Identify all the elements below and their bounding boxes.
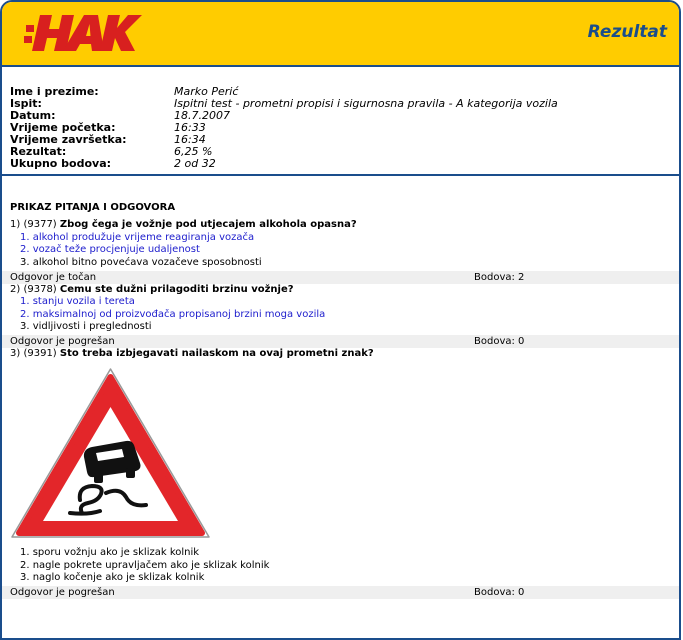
question-id: (9377) — [23, 219, 57, 230]
question-text: Čemu ste dužni prilagoditi brzinu vožnje… — [59, 283, 294, 295]
question-1: 1) (9377) Zbog čega je vožnje pod utjeca… — [2, 214, 679, 284]
question-2: 2) (9378) Čemu ste dužni prilagoditi brz… — [2, 284, 679, 348]
result-text: Odgovor je pogrešan — [10, 587, 115, 598]
answer-option: 2. maksimalnoj od proizvođača propisanoj… — [20, 308, 326, 320]
result-window: Rezultat Ime i prezime: Marko Perić Ispi… — [0, 0, 681, 640]
exam-info: Ime i prezime: Marko Perić Ispit: Ispitn… — [2, 67, 679, 170]
answer-result: Odgovor je pogrešan Bodova: 0 — [2, 335, 679, 348]
result-text: Odgovor je pogrešan — [10, 336, 115, 347]
info-row-end: Vrijeme završetka: 16:34 — [10, 134, 679, 146]
info-value: Ispitni test - prometni propisi i sigurn… — [174, 97, 558, 110]
question-text: Što treba izbjegavati nailaskom na ovaj … — [59, 348, 374, 359]
question-3: 3) (9391) Što treba izbjegavati nailasko… — [2, 348, 679, 599]
section-title: PRIKAZ PITANJA I ODGOVORA — [10, 202, 176, 213]
question-number: 1) — [10, 219, 21, 230]
question-text: Zbog čega je vožnje pod utjecajem alkoho… — [59, 219, 357, 230]
info-row-points: Ukupno bodova: 2 od 32 — [10, 158, 679, 170]
answer-option: 3. naglo kočenje ako je sklizak kolnik — [20, 572, 205, 583]
answer-option: 1. alkohol produžuje vrijeme reagiranja … — [20, 231, 255, 243]
answer-option: 1. sporu vožnju ako je sklizak kolnik — [20, 547, 200, 558]
answer-option: 3. vidljivosti i preglednosti — [20, 321, 152, 332]
question-header: 3) (9391) Što treba izbjegavati nailasko… — [2, 348, 679, 360]
question-number: 3) — [10, 348, 21, 359]
points-text: Bodova: 0 — [474, 587, 525, 598]
hak-logo — [24, 11, 144, 59]
question-id: (9391) — [23, 348, 57, 359]
answer-result: Odgovor je točan Bodova: 2 — [2, 270, 679, 284]
question-id: (9378) — [23, 283, 57, 295]
question-header: 2) (9378) Čemu ste dužni prilagoditi brz… — [2, 284, 679, 296]
points-text: Bodova: 0 — [474, 336, 525, 347]
answer-option: 3. alkohol bitno povećava vozačeve sposo… — [20, 256, 262, 268]
info-value: 2 od 32 — [174, 157, 216, 170]
question-header: 1) (9377) Zbog čega je vožnje pod utjeca… — [2, 214, 679, 231]
header-bar: Rezultat — [2, 2, 679, 67]
info-label: Ukupno bodova: — [10, 157, 112, 170]
question-number: 2) — [10, 283, 21, 295]
info-row-exam: Ispit: Ispitni test - prometni propisi i… — [10, 98, 679, 110]
answer-option: 1. stanju vozila i tereta — [20, 296, 135, 307]
answer-option: 2. vozač teže procjenjuje udaljenost — [20, 244, 200, 255]
answer-result: Odgovor je pogrešan Bodova: 0 — [2, 586, 679, 599]
page-title: Rezultat — [587, 22, 667, 42]
result-text: Odgovor je točan — [10, 271, 97, 283]
answer-option: 2. nagle pokrete upravljačem ako je skli… — [20, 559, 270, 571]
slippery-road-sign-icon — [8, 365, 213, 543]
points-text: Bodova: 2 — [474, 271, 525, 283]
